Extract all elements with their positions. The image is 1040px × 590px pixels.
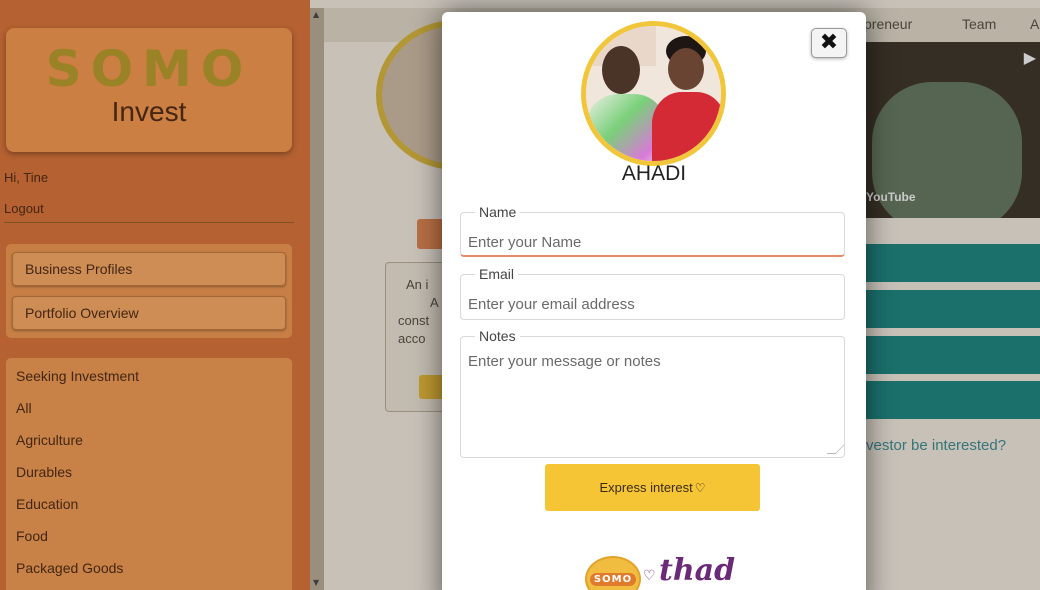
email-field: Email bbox=[460, 266, 845, 320]
thad-logo: thad bbox=[659, 553, 736, 588]
name-field: Name bbox=[460, 204, 845, 257]
close-button[interactable]: ✖ bbox=[811, 28, 847, 58]
partner-logos: SOMO ♡ thad bbox=[585, 550, 735, 590]
company-avatar bbox=[581, 21, 726, 166]
close-icon: ✖ bbox=[819, 30, 839, 55]
notes-field: Notes bbox=[460, 328, 845, 458]
name-input[interactable] bbox=[468, 231, 833, 253]
name-label: Name bbox=[475, 204, 521, 220]
express-interest-button[interactable]: Express interest ♡ bbox=[545, 464, 760, 511]
company-name: AHADI bbox=[621, 162, 687, 185]
express-interest-modal: ✖ AHADI Name Email Notes Express interes… bbox=[442, 12, 866, 590]
somo-logo: SOMO bbox=[585, 556, 641, 590]
notes-textarea[interactable] bbox=[468, 353, 833, 451]
email-label: Email bbox=[475, 266, 519, 282]
email-input[interactable] bbox=[468, 293, 833, 315]
somo-logo-text: SOMO bbox=[589, 572, 637, 586]
express-interest-label: Express interest bbox=[599, 480, 693, 495]
heart-outline-icon: ♡ bbox=[694, 480, 706, 495]
notes-label: Notes bbox=[475, 328, 520, 344]
heart-outline-icon: ♡ bbox=[643, 568, 656, 584]
